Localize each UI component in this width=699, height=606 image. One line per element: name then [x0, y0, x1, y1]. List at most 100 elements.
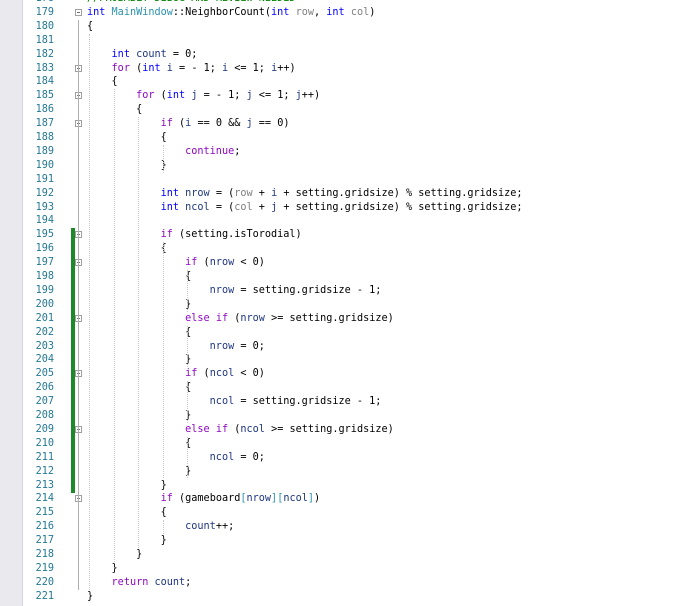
indent-guide — [162, 144, 164, 173]
code-text: ncol = setting.gridsize - 1; — [209, 396, 382, 408]
line-number: 210 — [35, 437, 54, 449]
code-text: count++; — [185, 521, 235, 533]
code-text: int MainWindow::NeighborCount(int row, i… — [87, 6, 376, 18]
indent-guide — [187, 436, 189, 479]
code-line[interactable]: 179 int MainWindow::NeighborCount(int row… — [23, 6, 699, 20]
code-line[interactable]: 199 nrow = setting.gridsize - 1; — [23, 283, 699, 298]
code-line[interactable]: 219 } — [23, 562, 699, 576]
code-text: { — [87, 132, 167, 143]
code-line[interactable]: 201 else if (nrow >= setting.gridsize) — [23, 311, 699, 326]
line-number: 195 — [35, 229, 54, 241]
code-line[interactable]: 197 if (nrow < 0) — [23, 256, 699, 271]
code-line[interactable]: 221} — [23, 590, 699, 604]
code-line[interactable]: 202 { — [23, 325, 699, 340]
code-line[interactable]: 196 { — [23, 242, 699, 257]
code-text: { — [87, 20, 94, 32]
line-number: 198 — [35, 271, 54, 282]
code-line[interactable]: 187 if (i == 0 && j == 0) — [23, 117, 699, 131]
code-text: } — [87, 549, 143, 560]
code-line[interactable]: 200 } — [23, 297, 699, 312]
code-text: } — [87, 535, 167, 547]
line-number: 214 — [35, 493, 54, 505]
code-line[interactable]: 188 { — [23, 131, 699, 145]
code-line[interactable]: 184 { — [23, 75, 699, 89]
code-line[interactable]: 220 return count; — [23, 576, 699, 590]
change-indicator — [71, 436, 75, 451]
line-number: 186 — [35, 104, 54, 116]
code-line[interactable]: 208 } — [23, 409, 699, 423]
code-editor[interactable]: 178//PROBABLY DEBUG AND REVIEW NEEDED179… — [23, 0, 699, 606]
change-indicator — [71, 242, 75, 257]
code-line[interactable]: 213 } — [23, 478, 699, 493]
change-indicator — [71, 450, 75, 465]
code-line[interactable]: 190 } — [23, 159, 699, 173]
code-line[interactable]: 218 } — [23, 548, 699, 562]
line-number: 209 — [35, 423, 54, 435]
code-line[interactable]: 191 — [23, 173, 699, 187]
indent-guide — [187, 325, 189, 368]
code-line[interactable]: 192 int nrow = (row + i + setting.gridsi… — [23, 187, 699, 201]
change-indicator — [71, 297, 75, 312]
line-number: 221 — [35, 590, 54, 602]
code-line[interactable]: 182 int count = 0; — [23, 48, 699, 62]
code-line[interactable]: 193 int ncol = (col + j + setting.gridsi… — [23, 201, 699, 215]
line-number: 181 — [35, 34, 54, 46]
code-line[interactable]: 185 for (int j = - 1; j <= 1; j++) — [23, 89, 699, 103]
code-text: } — [87, 590, 94, 602]
code-line[interactable]: 186 { — [23, 103, 699, 117]
line-number: 202 — [35, 326, 54, 338]
code-line[interactable]: 195 if (setting.isTorodial) — [23, 228, 699, 243]
code-text: else if (nrow >= setting.gridsize) — [185, 312, 394, 324]
code-line[interactable]: 216 count++; — [23, 520, 699, 534]
indent-guide — [187, 381, 189, 423]
line-number: 191 — [35, 173, 54, 185]
change-indicator — [71, 395, 75, 410]
code-line[interactable]: 194 — [23, 214, 699, 228]
line-number: 211 — [35, 451, 54, 463]
line-number: 219 — [35, 562, 54, 574]
line-number: 182 — [35, 48, 54, 60]
line-number: 213 — [35, 479, 54, 491]
code-line[interactable]: 203 nrow = 0; — [23, 339, 699, 354]
code-text: } — [87, 562, 118, 574]
indent-guide — [113, 89, 115, 562]
line-number: 183 — [35, 62, 54, 74]
change-indicator — [71, 464, 75, 479]
code-line[interactable]: 181 — [23, 34, 699, 48]
collapse-icon[interactable] — [75, 8, 82, 16]
code-line[interactable]: 180 { — [23, 20, 699, 34]
change-indicator — [71, 339, 75, 354]
line-number: 194 — [35, 215, 54, 227]
code-line[interactable]: 217 } — [23, 534, 699, 548]
code-text: { — [87, 76, 118, 88]
code-line[interactable]: 206 { — [23, 381, 699, 396]
code-text: { — [87, 507, 167, 519]
code-line[interactable]: 209 else if (ncol >= setting.gridsize) — [23, 422, 699, 437]
code-line[interactable]: 214 if (gameboard[nrow][ncol]) — [23, 492, 699, 506]
code-text: } — [87, 159, 167, 171]
editor-left-margin — [0, 0, 23, 606]
indent-guide — [138, 117, 140, 548]
code-text: { — [87, 243, 167, 255]
code-line[interactable]: 212 } — [23, 464, 699, 479]
line-number: 188 — [35, 132, 54, 143]
line-number: 197 — [35, 257, 54, 269]
code-line[interactable]: 189 continue; — [23, 145, 699, 159]
code-line[interactable]: 204 } — [23, 353, 699, 368]
line-number: 203 — [35, 340, 54, 352]
code-text: { — [87, 104, 143, 116]
fold-region-line — [78, 19, 79, 590]
code-text: if (setting.isTorodial) — [160, 229, 302, 241]
code-line[interactable]: 207 ncol = setting.gridsize - 1; — [23, 395, 699, 410]
code-line[interactable]: 183 for (int i = - 1; i <= 1; i++) — [23, 62, 699, 76]
indent-guide — [187, 270, 189, 312]
code-line[interactable]: 211 ncol = 0; — [23, 450, 699, 465]
code-line[interactable]: 210 { — [23, 436, 699, 451]
code-line[interactable]: 198 { — [23, 270, 699, 284]
change-indicator — [71, 325, 75, 340]
change-indicator — [71, 283, 75, 298]
code-line[interactable]: 215 { — [23, 506, 699, 520]
change-indicator — [71, 353, 75, 368]
code-line[interactable]: 205 if (ncol < 0) — [23, 367, 699, 382]
line-number: 193 — [35, 201, 54, 213]
